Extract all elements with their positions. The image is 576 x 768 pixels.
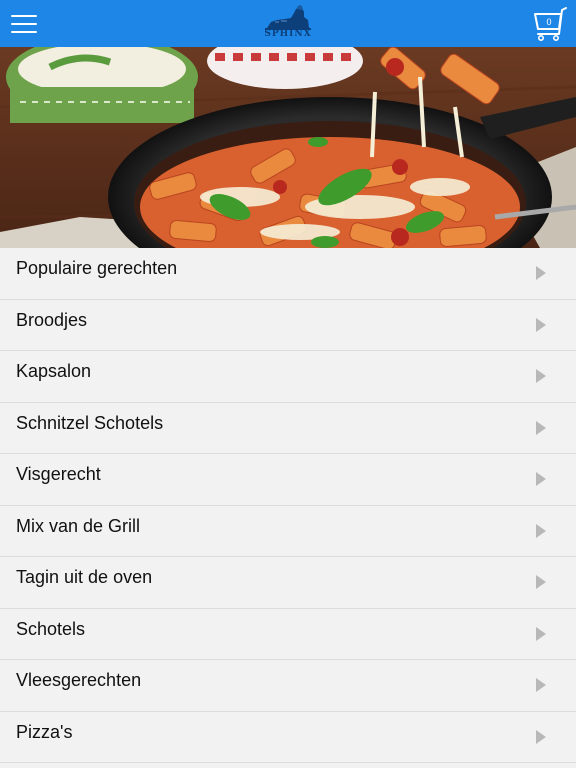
menu-line bbox=[11, 30, 37, 33]
category-label: Vleesgerechten bbox=[16, 670, 142, 690]
menu-line bbox=[11, 14, 37, 17]
category-item[interactable]: Kapsalon bbox=[0, 351, 576, 403]
category-item[interactable]: Populaire gerechten bbox=[0, 248, 576, 300]
chevron-right-icon bbox=[536, 523, 546, 538]
chevron-right-icon bbox=[536, 266, 546, 280]
cart-button[interactable]: 0 bbox=[530, 4, 572, 44]
category-label: Tagin uit de oven bbox=[16, 567, 153, 587]
category-item[interactable]: Pizza's bbox=[0, 711, 576, 763]
sphinx-logo: SPHINX bbox=[258, 4, 318, 44]
category-label: Populaire gerechten bbox=[16, 258, 178, 278]
chevron-right-icon bbox=[536, 420, 546, 435]
cart-count-badge: 0 bbox=[546, 17, 552, 27]
category-label: Pizza's bbox=[16, 721, 73, 742]
logo-text: SPHINX bbox=[264, 29, 312, 39]
category-item[interactable]: Broodjes bbox=[0, 299, 576, 351]
chevron-right-icon bbox=[536, 575, 546, 589]
category-label: Schotels bbox=[16, 618, 86, 639]
category-label: Visgerecht bbox=[16, 464, 101, 484]
top-navigation-bar: SPHINX 0 bbox=[0, 0, 576, 47]
category-item[interactable]: Tagin uit de oven bbox=[0, 557, 576, 609]
category-item[interactable]: Schnitzel Schotels bbox=[0, 402, 576, 454]
category-label: Mix van de Grill bbox=[16, 515, 141, 536]
category-item[interactable]: Schotels bbox=[0, 608, 576, 660]
category-item[interactable]: Vleesgerechten bbox=[0, 660, 576, 712]
chevron-right-icon bbox=[536, 472, 546, 486]
hero-food-image bbox=[0, 47, 576, 248]
chevron-right-icon bbox=[536, 626, 546, 641]
category-label: Kapsalon bbox=[16, 361, 92, 381]
chevron-right-icon bbox=[536, 678, 546, 692]
hamburger-menu-button[interactable] bbox=[0, 0, 48, 47]
category-item[interactable]: Visgerecht bbox=[0, 454, 576, 506]
menu-line bbox=[11, 22, 37, 25]
category-list: Populaire gerechten Broodjes Kapsalon Schni… bbox=[0, 248, 576, 763]
pasta-skillet-photo bbox=[0, 47, 576, 248]
chevron-right-icon bbox=[536, 317, 546, 332]
category-item[interactable]: Mix van de Grill bbox=[0, 505, 576, 557]
category-label: Broodjes bbox=[16, 309, 88, 330]
sphinx-logo-icon bbox=[265, 5, 311, 30]
chevron-right-icon bbox=[536, 369, 546, 383]
chevron-right-icon bbox=[536, 729, 546, 744]
category-label: Schnitzel Schotels bbox=[16, 412, 164, 433]
